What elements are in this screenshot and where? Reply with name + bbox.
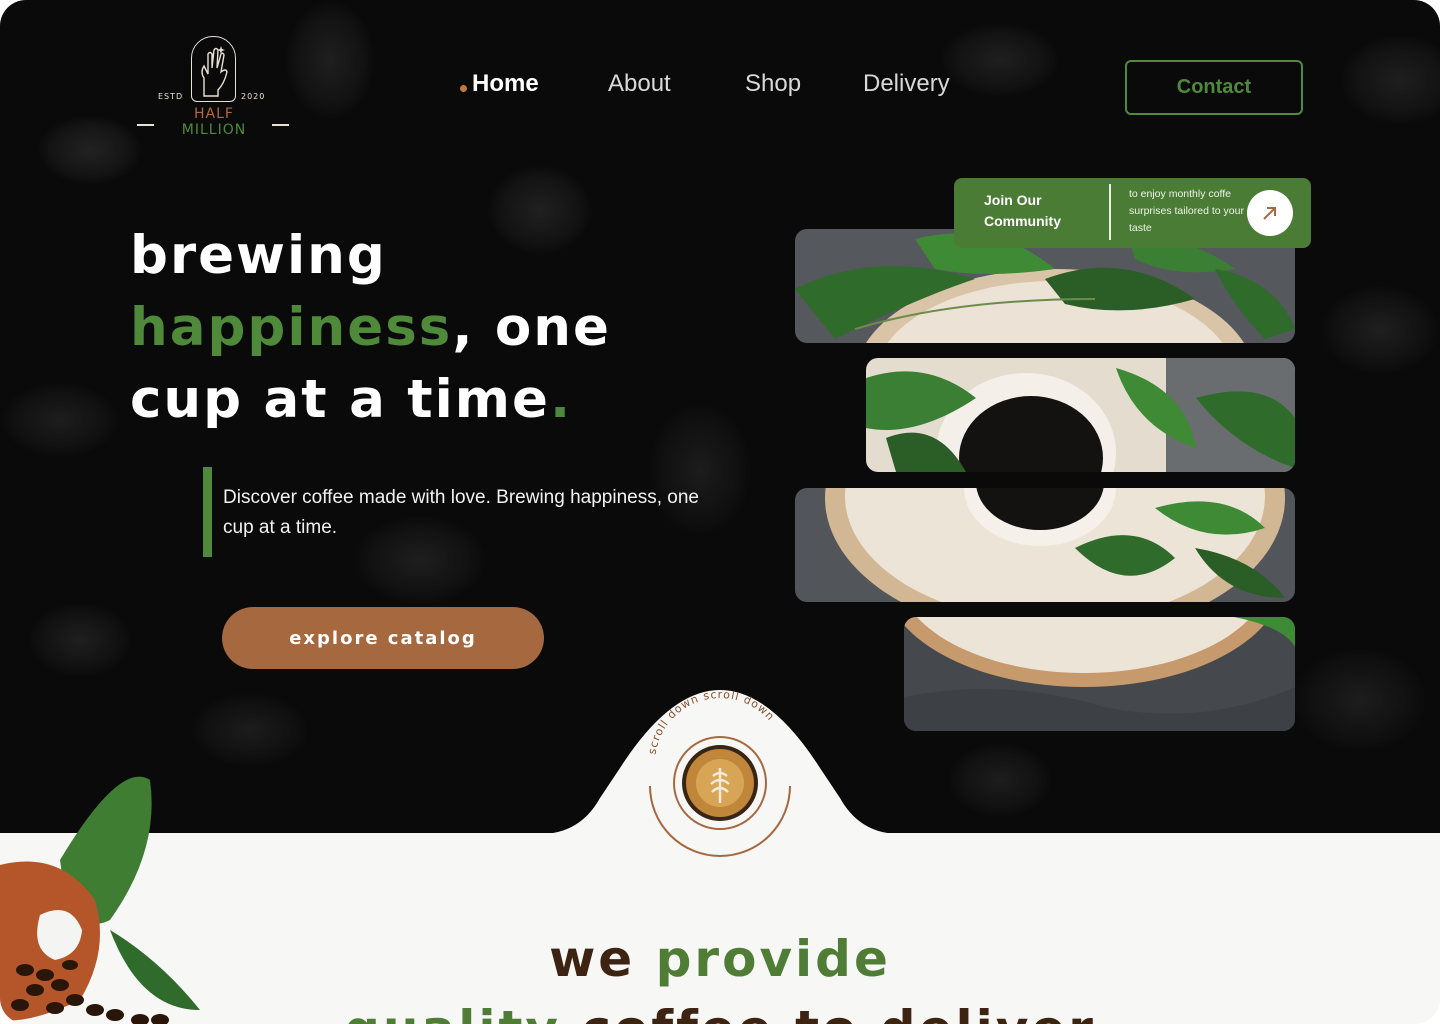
contact-button[interactable]: Contact xyxy=(1125,60,1303,115)
hero-description: Discover coffee made with love. Brewing … xyxy=(223,487,699,538)
logo-wordmark-million: MILLION xyxy=(181,122,247,138)
svg-text:scroll down scroll down: scroll down scroll down xyxy=(646,688,778,755)
arrow-up-right-icon[interactable] xyxy=(1247,190,1293,236)
logo-wordmark-half: HALF xyxy=(194,106,234,122)
headline-one: , one xyxy=(452,297,611,358)
scroll-down-text: scroll down scroll down xyxy=(646,688,777,755)
scroll-down-badge[interactable]: scroll down scroll down xyxy=(645,688,795,863)
explore-catalog-button[interactable]: Explore Catalog xyxy=(222,607,544,669)
nav-about[interactable]: About xyxy=(608,70,671,98)
provide-line2-rest: coffee to deliver xyxy=(581,1000,1096,1024)
hand-icon xyxy=(201,46,228,97)
provide-quality: Quality xyxy=(344,1000,561,1024)
page: ESTD 2020 HALF MILLION Home About Shop D… xyxy=(0,0,1440,1024)
active-indicator-dot xyxy=(460,85,467,92)
community-divider xyxy=(1109,184,1111,240)
community-note: to enjoy monthly coffe surprises tailore… xyxy=(1129,188,1244,234)
provide-word: Provide xyxy=(655,930,891,988)
logo-year: 2020 xyxy=(241,92,266,101)
headline-dot: . xyxy=(549,369,573,430)
headline-line-2: Happiness, one xyxy=(130,292,750,364)
hero-image-strip-3 xyxy=(795,488,1295,602)
headline-cup: cup at a time xyxy=(130,369,550,430)
community-title: Join Our Community xyxy=(984,192,1061,229)
logo-estd: ESTD xyxy=(158,92,184,101)
brand-logo[interactable]: ESTD 2020 HALF MILLION xyxy=(134,34,294,144)
hero-image-strip-4 xyxy=(904,617,1295,731)
hero-headline: Brewing Happiness, one cup at a time. xyxy=(130,220,750,436)
hero-description-block: Discover coffee made with love. Brewing … xyxy=(203,467,723,557)
provide-we: We xyxy=(549,930,636,988)
hero-image-strip-2 xyxy=(866,358,1295,472)
description-accent-bar xyxy=(203,467,212,557)
nav-home[interactable]: Home xyxy=(472,70,539,98)
nav-shop[interactable]: Shop xyxy=(745,70,801,98)
headline-happiness: Happiness xyxy=(130,297,453,358)
provide-heading-line-2: Quality coffee to deliver xyxy=(0,1000,1440,1024)
join-community-card[interactable]: Join Our Community to enjoy monthly coff… xyxy=(954,178,1311,248)
headline-line-1: Brewing xyxy=(130,225,387,286)
provide-heading: We Provide xyxy=(0,930,1440,988)
nav-delivery[interactable]: Delivery xyxy=(863,70,950,98)
headline-line-3: cup at a time. xyxy=(130,364,750,436)
